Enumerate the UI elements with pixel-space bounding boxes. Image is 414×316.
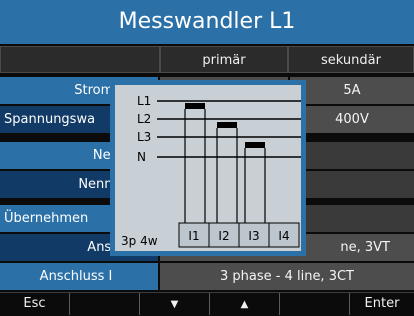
esc-button[interactable]: Esc	[0, 293, 70, 315]
header-blank	[0, 46, 160, 73]
up-button[interactable]: ▲	[210, 293, 280, 315]
terminal-i1: I1	[188, 229, 199, 243]
terminal-i2: I2	[218, 229, 229, 243]
softkey-bar: Esc ▼ ▲ Enter	[0, 292, 414, 315]
line-label-l2: L2	[137, 112, 151, 126]
blank-softkey-2[interactable]	[280, 293, 350, 315]
wiring-diagram-svg: L1 L2 L3 N I1 I2 I3 I4 3p 4w	[121, 94, 301, 248]
screen-title: Messwandler L1	[0, 0, 414, 44]
row-value-secondary[interactable]: 400V	[290, 106, 414, 133]
line-label-l1: L1	[137, 94, 151, 108]
column-secondary-header: sekundär	[288, 46, 414, 73]
terminal-i4: I4	[278, 229, 289, 243]
wiring-diagram-popup: L1 L2 L3 N I1 I2 I3 I4 3p 4w	[110, 80, 306, 256]
down-arrow-icon: ▼	[170, 299, 179, 310]
line-label-l3: L3	[137, 130, 151, 144]
ct-block-3	[245, 142, 265, 148]
blank-softkey-1[interactable]	[70, 293, 140, 315]
row-label-connection-current[interactable]: Anschluss I	[0, 263, 158, 290]
wiring-diagram: L1 L2 L3 N I1 I2 I3 I4 3p 4w	[115, 85, 301, 251]
up-arrow-icon: ▲	[240, 299, 249, 310]
line-label-n: N	[137, 150, 146, 164]
down-button[interactable]: ▼	[140, 293, 210, 315]
row-value-connection-current[interactable]: 3 phase - 4 line, 3CT	[160, 263, 414, 290]
column-primary-header: primär	[160, 46, 288, 73]
wiring-mode-label: 3p 4w	[121, 234, 158, 248]
terminal-i3: I3	[248, 229, 259, 243]
enter-button[interactable]: Enter	[350, 293, 414, 315]
ct-block-1	[185, 103, 205, 109]
row-value-secondary[interactable]: 5A	[290, 77, 414, 104]
ct-block-2	[217, 122, 237, 128]
